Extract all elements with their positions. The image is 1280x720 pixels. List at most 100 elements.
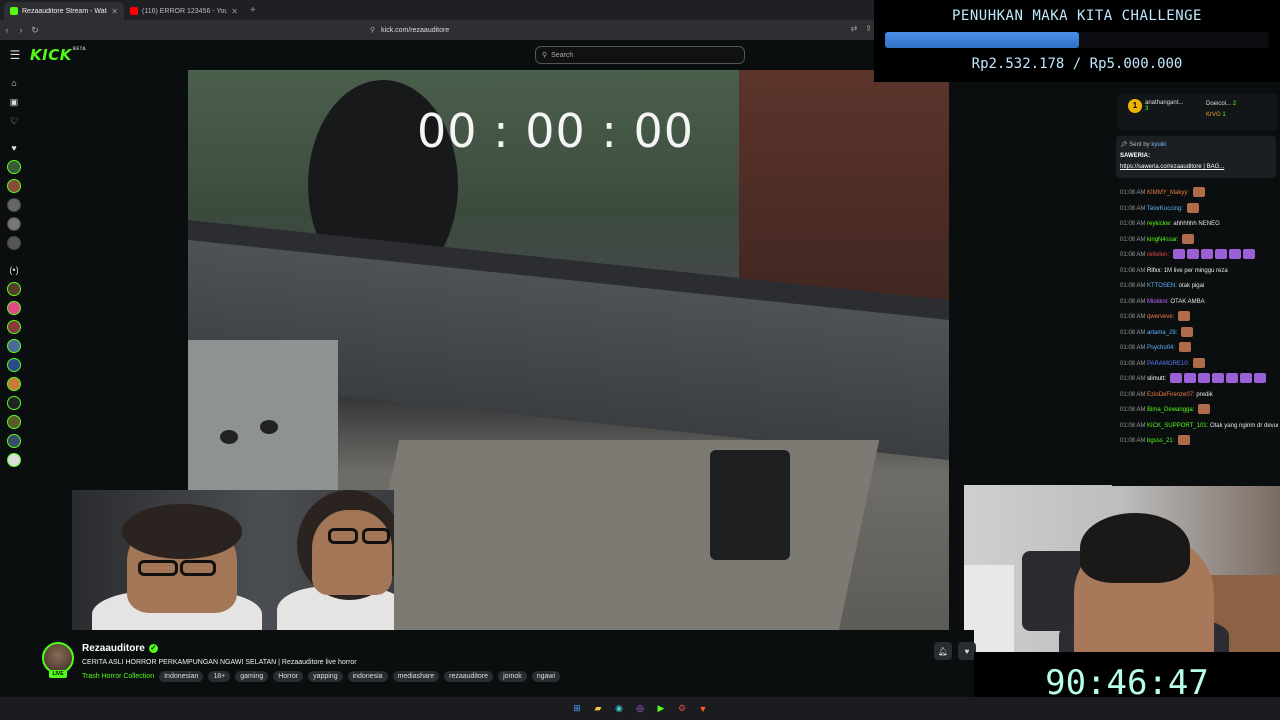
message-username[interactable]: Rifxx:: [1147, 268, 1162, 274]
pinned-message[interactable]: 📌︎ Sent by kyuiki SAWERIA: https://sawer…: [1116, 136, 1276, 178]
tag-chip[interactable]: Indonesian: [159, 671, 204, 682]
home-icon[interactable]: ⌂: [7, 76, 21, 90]
followed-channel-avatar[interactable]: [7, 198, 21, 212]
back-icon[interactable]: ‹: [0, 25, 14, 35]
saweria-link[interactable]: https://saweria.co/rezaauditore | BAG...: [1120, 164, 1224, 170]
message-username[interactable]: artama_28:: [1147, 330, 1177, 336]
edge-browser-icon[interactable]: ◉: [612, 701, 627, 716]
gifter-name: KrVG: [1206, 112, 1221, 118]
message-time: 01:08 AM: [1120, 422, 1146, 429]
following-icon[interactable]: ♡: [7, 114, 21, 128]
message-time: 01:08 AM: [1120, 205, 1146, 212]
browse-icon[interactable]: ▣: [7, 95, 21, 109]
recommended-channel-avatar[interactable]: [7, 453, 21, 467]
settings-icon[interactable]: ⚙: [675, 701, 690, 716]
url-field[interactable]: ⚲ kick.com/rezaauditore: [370, 24, 449, 36]
message-username[interactable]: KICK_SUPPORT_101:: [1147, 423, 1208, 429]
recommended-channel-avatar[interactable]: [7, 377, 21, 391]
message-username[interactable]: KIMMY_Makyy:: [1147, 190, 1189, 196]
message-username[interactable]: kingN4ssar:: [1147, 237, 1179, 243]
message-username[interactable]: slimutt:: [1147, 376, 1166, 382]
emote-icon: [1242, 249, 1255, 260]
site-info-icon[interactable]: ⚲: [370, 26, 375, 34]
message-username[interactable]: rellsilen:: [1147, 252, 1169, 258]
recommended-channel-avatar[interactable]: [7, 301, 21, 315]
emote-icon: [1253, 373, 1266, 384]
followed-channel-avatar[interactable]: [7, 160, 21, 174]
notification-bell-icon[interactable]: 🔔︎: [934, 642, 952, 660]
message-time: 01:08 AM: [1120, 190, 1146, 196]
chat-messages: 01:08 AM KIMMY_Makyy: 01:08 AM TelorKucc…: [1120, 186, 1278, 450]
close-tab-icon[interactable]: ✕: [231, 7, 238, 16]
channel-name-row: Rezaauditore ✓: [82, 643, 158, 654]
tag-chip[interactable]: gaming: [235, 671, 269, 682]
browser-tab-youtube[interactable]: (116) ERROR 123456 - YouTube ✕: [124, 2, 244, 20]
recommended-channel-avatar[interactable]: [7, 434, 21, 448]
close-tab-icon[interactable]: ✕: [111, 7, 118, 16]
message-username[interactable]: reykickw:: [1147, 221, 1172, 227]
hamburger-menu-icon[interactable]: ☰: [0, 48, 30, 62]
tag-chip[interactable]: 18+: [208, 671, 231, 682]
message-username[interactable]: TelorKuccing:: [1147, 206, 1183, 212]
emote-icon: [1183, 373, 1196, 384]
tag-chip[interactable]: rezaauditore: [444, 671, 494, 682]
kick-logo[interactable]: KICKBETA: [30, 46, 86, 64]
tag-chip[interactable]: ngawi: [531, 671, 561, 682]
file-explorer-icon[interactable]: ▰: [591, 701, 606, 716]
obs-icon[interactable]: ◎: [633, 701, 648, 716]
message-time: 01:08 AM: [1120, 236, 1146, 243]
message-username[interactable]: KTTOSEN:: [1147, 283, 1177, 289]
followed-channel-avatar[interactable]: [7, 217, 21, 231]
new-tab-icon[interactable]: +: [244, 2, 262, 20]
forward-icon[interactable]: ›: [14, 25, 28, 35]
chat-message: 01:08 AM rellsilen:: [1120, 248, 1278, 264]
webcam-guests: [72, 490, 394, 630]
tag-chip[interactable]: yapping: [308, 671, 343, 682]
message-username[interactable]: PARAMORE10:: [1147, 361, 1189, 367]
chat-panel: 1 anathangant... 3 Doeicol... 2 KrVG 1 📌…: [1112, 88, 1280, 486]
channel-name[interactable]: Rezaauditore: [82, 643, 145, 654]
message-username[interactable]: Mickkni:: [1147, 299, 1169, 305]
verified-icon: ✓: [148, 644, 158, 653]
recommended-channel-avatar[interactable]: [7, 282, 21, 296]
emote-icon: [1228, 249, 1241, 260]
browser-tab-kick[interactable]: Rezaauditore Stream - Watch ✕: [4, 2, 124, 20]
message-username[interactable]: Bima_Dewangga:: [1147, 407, 1194, 413]
left-sidebar: ⌂ ▣ ♡ ♥ (•): [0, 70, 28, 700]
reload-icon[interactable]: ↻: [28, 25, 42, 36]
followed-channel-avatar[interactable]: [7, 236, 21, 250]
category-link[interactable]: Trash Horror Collection: [82, 673, 154, 680]
brave-browser-icon[interactable]: ▼: [696, 701, 711, 716]
challenge-amount: Rp2.532.178 / Rp5.000.000: [971, 56, 1183, 72]
message-username[interactable]: Psycho04:: [1147, 345, 1175, 351]
stream-tags: Trash Horror Collection Indonesian 18+ g…: [82, 671, 561, 682]
heart-icon[interactable]: ♥: [7, 141, 21, 155]
message-time: 01:08 AM: [1120, 314, 1146, 320]
share-icon[interactable]: ⇪: [865, 24, 872, 33]
gift-leaderboard: 1 anathangant... 3 Doeicol... 2 KrVG 1: [1118, 94, 1278, 130]
recommended-channel-avatar[interactable]: [7, 396, 21, 410]
tag-chip[interactable]: indonesia: [347, 671, 388, 682]
recommended-channel-avatar[interactable]: [7, 358, 21, 372]
sent-by-user: kyuiki: [1151, 142, 1167, 148]
os-taskbar: ⊞ ▰ ◉ ◎ ▶ ⚙ ▼: [0, 697, 1280, 720]
tag-chip[interactable]: jomok: [498, 671, 527, 682]
translate-icon[interactable]: ⇄: [851, 24, 858, 33]
message-username[interactable]: bgsss_21:: [1147, 438, 1174, 444]
tag-chip[interactable]: Horror: [273, 671, 304, 682]
chat-message: 01:08 AM kingN4ssar:: [1120, 233, 1278, 249]
windows-start-icon[interactable]: ⊞: [570, 701, 585, 716]
tag-chip[interactable]: mediashare: [392, 671, 440, 682]
recommended-channel-avatar[interactable]: [7, 320, 21, 334]
message-text: ahhhhhh NENEG: [1173, 221, 1220, 227]
message-username[interactable]: qwerveve:: [1147, 314, 1174, 320]
channel-info-bar: LIVE Rezaauditore ✓ CERITA ASLI HORROR P…: [28, 630, 976, 700]
message-time: 01:08 AM: [1120, 360, 1146, 367]
play-icon[interactable]: ▶: [654, 701, 669, 716]
recommended-channel-avatar[interactable]: [7, 339, 21, 353]
search-input[interactable]: ⚲ Search: [535, 46, 745, 64]
followed-channel-avatar[interactable]: [7, 179, 21, 193]
message-username[interactable]: EzioDeFirenze07:: [1147, 392, 1195, 398]
recommended-channel-avatar[interactable]: [7, 415, 21, 429]
channel-actions: 🔔︎ ♥: [934, 642, 976, 660]
